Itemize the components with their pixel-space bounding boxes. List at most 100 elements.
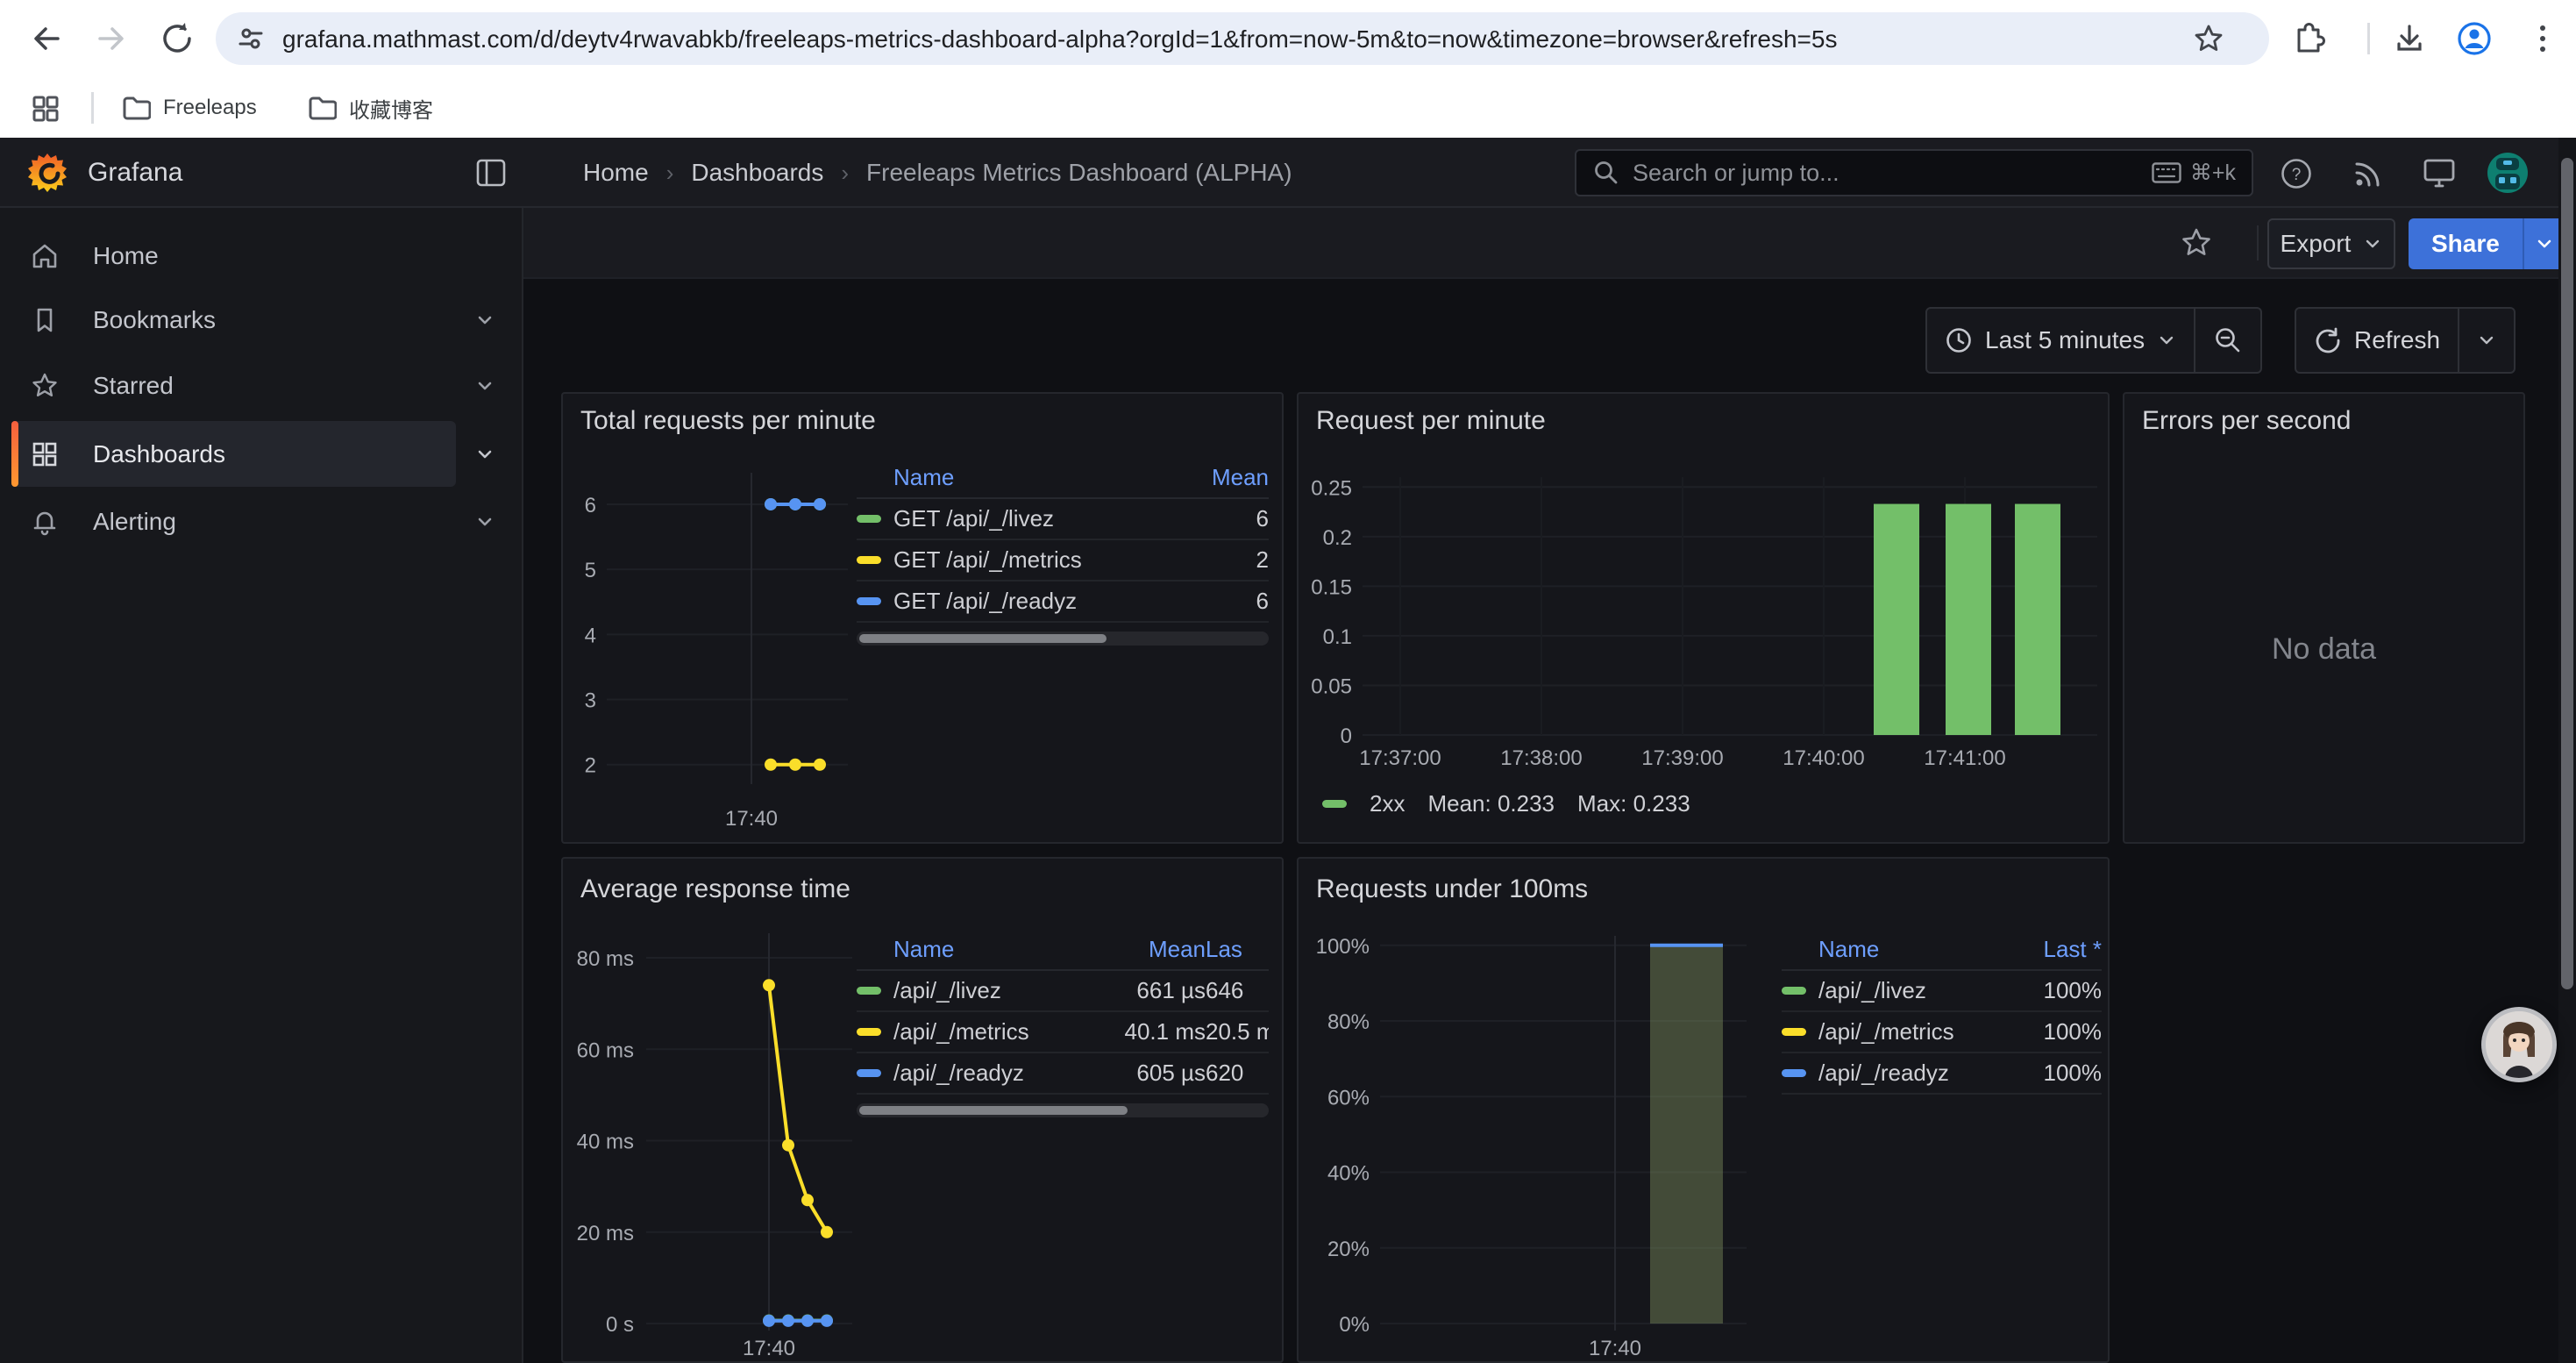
apps-grid-icon[interactable]	[28, 91, 63, 126]
floating-assistant-avatar[interactable]	[2481, 1007, 2557, 1082]
breadcrumb-home[interactable]: Home	[583, 159, 649, 187]
bookmark-star-icon[interactable]	[2192, 22, 2225, 55]
dashboard-subheader: Export Share	[523, 208, 2576, 279]
browser-chrome: grafana.mathmast.com/d/deytv4rwavabkb/fr…	[0, 0, 2576, 138]
user-avatar[interactable]	[2487, 153, 2528, 193]
legend-swatch	[1782, 987, 1806, 995]
time-range-picker[interactable]: Last 5 minutes	[1927, 309, 2194, 372]
legend-header: NameMean	[857, 457, 1269, 499]
monitor-icon[interactable]	[2422, 157, 2457, 190]
svg-text:0 s: 0 s	[606, 1313, 634, 1337]
refresh-interval-button[interactable]	[2459, 309, 2514, 372]
sidebar-toggle-icon[interactable]	[476, 159, 506, 187]
profile-icon[interactable]	[2455, 19, 2494, 58]
sidebar-label: Bookmarks	[93, 306, 216, 334]
bookmark-folder-blogs[interactable]: 收藏博客	[307, 89, 433, 126]
legend-name-text: /api/_/readyz	[893, 1060, 1024, 1087]
svg-text:20%: 20%	[1327, 1238, 1370, 1261]
legend-scrollbar-thumb[interactable]	[859, 1106, 1128, 1115]
menu-dots-icon[interactable]	[2523, 19, 2562, 58]
chevron-down-icon[interactable]	[473, 443, 496, 466]
news-rss-icon[interactable]	[2352, 157, 2385, 190]
legend-series-name[interactable]: /api/_/metrics	[1782, 1018, 2005, 1045]
download-icon[interactable]	[2390, 19, 2429, 58]
breadcrumb-dashboards[interactable]: Dashboards	[691, 159, 823, 187]
keyboard-icon	[2152, 162, 2181, 183]
legend-name-text: /api/_/readyz	[1818, 1060, 1949, 1087]
legend-col-name[interactable]: Name	[857, 464, 1190, 491]
sidebar-item-alerting[interactable]: Alerting	[0, 494, 523, 550]
svg-text:17:40: 17:40	[725, 807, 778, 831]
zoom-out-icon	[2213, 325, 2243, 355]
legend-name-text: /api/_/metrics	[893, 1018, 1029, 1045]
grafana-logo[interactable]	[26, 152, 68, 194]
legend-row: GET /api/_/livez6	[857, 499, 1269, 540]
legend-series-name[interactable]: /api/_/readyz	[857, 1060, 1100, 1087]
legend-table: NameMeanLas/api/_/livez661 µs646/api/_/m…	[857, 929, 1269, 1117]
bookmark-icon	[30, 305, 60, 335]
search-box[interactable]: ⌘+k	[1575, 149, 2253, 196]
legend-series-name[interactable]: GET /api/_/readyz	[857, 588, 1190, 615]
sidebar-item-home[interactable]: Home	[0, 228, 523, 284]
site-settings-icon[interactable]	[235, 23, 267, 54]
back-icon[interactable]	[26, 19, 65, 58]
legend-col-mean[interactable]: Mean	[1190, 464, 1269, 491]
legend-name-text: /api/_/metrics	[1818, 1018, 1954, 1045]
legend-mean: Mean: 0.233	[1427, 790, 1555, 817]
sidebar-item-bookmarks[interactable]: Bookmarks	[0, 292, 523, 348]
legend-row: GET /api/_/readyz6	[857, 582, 1269, 623]
legend-series-name[interactable]: 2xx	[1370, 790, 1405, 817]
bookmark-folder-freeleaps[interactable]: Freeleaps	[121, 89, 257, 126]
url-bar[interactable]: grafana.mathmast.com/d/deytv4rwavabkb/fr…	[216, 12, 2269, 65]
chevron-down-icon[interactable]	[473, 309, 496, 332]
legend-series-name[interactable]: /api/_/livez	[1782, 977, 2005, 1004]
forward-icon[interactable]	[93, 19, 132, 58]
svg-text:0.1: 0.1	[1323, 625, 1352, 649]
panel-title[interactable]: Errors per second	[2142, 406, 2351, 436]
legend-series-name[interactable]: GET /api/_/metrics	[857, 546, 1190, 574]
browser-toolbar: grafana.mathmast.com/d/deytv4rwavabkb/fr…	[0, 0, 2576, 77]
page-scrollbar[interactable]	[2558, 138, 2576, 1363]
legend-col-last[interactable]: Last *	[2005, 936, 2102, 963]
legend-row: /api/_/readyz100%	[1782, 1053, 2102, 1095]
favorite-star-icon[interactable]	[2179, 225, 2214, 260]
bookmark-label: Freeleaps	[163, 96, 257, 120]
brand-name[interactable]: Grafana	[88, 158, 182, 188]
reload-icon[interactable]	[158, 19, 196, 58]
sidebar-item-starred[interactable]: Starred	[0, 358, 523, 414]
time-range-group: Last 5 minutes	[1925, 307, 2262, 374]
legend-series-name[interactable]: GET /api/_/livez	[857, 505, 1190, 532]
chevron-down-icon[interactable]	[473, 510, 496, 533]
screen: grafana.mathmast.com/d/deytv4rwavabkb/fr…	[0, 0, 2576, 1363]
legend-series-name[interactable]: /api/_/readyz	[1782, 1060, 2005, 1087]
legend-series-name[interactable]: /api/_/metrics	[857, 1018, 1100, 1045]
legend-col-name[interactable]: Name	[1782, 936, 2005, 963]
share-button[interactable]: Share	[2409, 218, 2523, 269]
scrollbar-thumb[interactable]	[2561, 158, 2573, 989]
url-text[interactable]: grafana.mathmast.com/d/deytv4rwavabkb/fr…	[282, 25, 2202, 54]
svg-text:80%: 80%	[1327, 1010, 1370, 1034]
svg-text:17:40:00: 17:40:00	[1783, 746, 1864, 770]
dashboards-icon	[30, 439, 60, 469]
legend-col-mean[interactable]: Mean	[1100, 936, 1206, 963]
request-per-minute-chart: 00.050.10.150.20.2517:37:0017:38:0017:39…	[1299, 394, 2110, 797]
legend-scrollbar[interactable]	[857, 632, 1269, 646]
legend-swatch	[857, 515, 881, 523]
export-button[interactable]: Export	[2267, 218, 2395, 269]
legend-series-name[interactable]: /api/_/livez	[857, 977, 1100, 1004]
legend-scrollbar-thumb[interactable]	[859, 634, 1107, 643]
sidebar-item-dashboards[interactable]: Dashboards	[0, 421, 523, 487]
legend-scrollbar[interactable]	[857, 1103, 1269, 1117]
search-input[interactable]	[1633, 160, 2152, 187]
folder-icon	[307, 93, 337, 123]
chevron-down-icon[interactable]	[473, 375, 496, 397]
legend-col-name[interactable]: Name	[857, 936, 1100, 963]
help-icon[interactable]: ?	[2280, 157, 2313, 190]
legend-col-las[interactable]: Las	[1206, 936, 1269, 963]
extensions-icon[interactable]	[2287, 19, 2325, 58]
refresh-group: Refresh	[2295, 307, 2516, 374]
legend-swatch	[1322, 800, 1347, 808]
refresh-button[interactable]: Refresh	[2296, 309, 2458, 372]
zoom-out-button[interactable]	[2195, 309, 2260, 372]
legend-swatch	[857, 597, 881, 605]
